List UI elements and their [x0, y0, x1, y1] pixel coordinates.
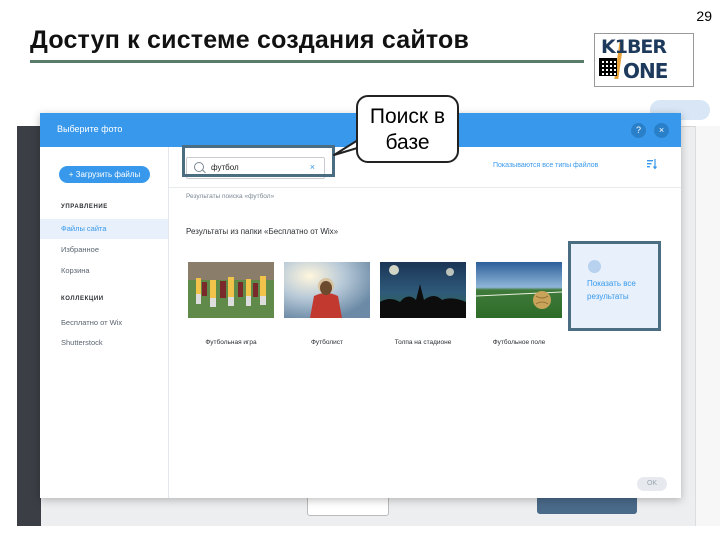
photo-caption-football-player: Футболист — [310, 339, 343, 346]
qr-code-icon — [599, 58, 617, 76]
search-callout: Поиск в базе — [356, 95, 459, 163]
sidebar-item-trash[interactable]: Корзина — [40, 261, 168, 281]
search-results-label: Результаты поиска «футбол» — [186, 193, 275, 200]
photo-caption-football-game: Футбольная игра — [205, 339, 257, 346]
kiberone-logo: K1BER ONE — [594, 33, 694, 87]
slide-number: 29 — [696, 8, 712, 24]
photo-caption-football-field: Футбольное поле — [492, 339, 546, 346]
stadium-crowd-photo[interactable] — [380, 262, 466, 318]
callout-text: Поиск в базе — [369, 105, 446, 154]
sidebar-item-favorites[interactable]: Избранное — [40, 240, 168, 260]
upload-files-button[interactable]: + Загрузить файлы — [59, 166, 150, 183]
dialog-sidebar: + Загрузить файлы УПРАВЛЕНИЕ Файлы сайта… — [40, 147, 169, 498]
ok-button[interactable]: OK — [637, 477, 667, 491]
logo-top-text: K1BER — [601, 36, 667, 58]
football-field-photo[interactable] — [476, 262, 562, 318]
folder-results-label: Результаты из папки «Бесплатно от Wix» — [186, 227, 339, 236]
title-underline — [30, 60, 584, 63]
photo-caption-stadium-crowd: Толпа на стадионе — [394, 339, 452, 346]
section-heading-manage: УПРАВЛЕНИЕ — [61, 204, 108, 210]
editor-left-toolbar — [17, 126, 41, 526]
dialog-title: Выберите фото — [57, 124, 123, 134]
football-game-photo[interactable] — [188, 262, 274, 318]
slide-title: Доступ к системе создания сайтов — [30, 26, 470, 54]
section-heading-collections: КОЛЛЕКЦИИ — [61, 296, 104, 302]
close-icon[interactable]: × — [654, 123, 669, 138]
file-type-filter[interactable]: Показываются все типы файлов — [493, 162, 598, 169]
logo-bottom-text: ONE — [623, 59, 668, 83]
editor-right-panel — [695, 126, 720, 526]
sort-icon[interactable] — [647, 159, 657, 169]
search-highlight-frame — [182, 145, 335, 177]
help-icon[interactable]: ? — [631, 123, 646, 138]
football-player-photo[interactable] — [284, 262, 370, 318]
sidebar-item-site-files[interactable]: Файлы сайта — [40, 219, 168, 239]
header-divider — [169, 187, 681, 188]
show-all-highlight-frame — [568, 241, 661, 331]
sidebar-item-free-from-wix[interactable]: Бесплатно от Wix — [40, 313, 168, 333]
sidebar-item-shutterstock[interactable]: Shutterstock — [40, 333, 168, 353]
